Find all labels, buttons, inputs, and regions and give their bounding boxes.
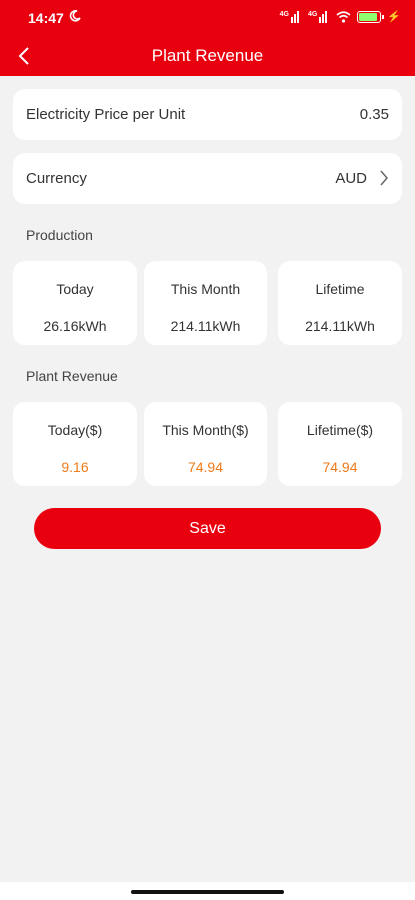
signal-icon-2: 4G (308, 11, 330, 23)
network-type-label: 4G (279, 11, 289, 18)
signal-icon: 4G (280, 11, 302, 23)
production-month-label: This Month (170, 281, 241, 297)
home-indicator[interactable] (131, 890, 284, 894)
price-row[interactable]: Electricity Price per Unit 0.35 (13, 89, 402, 140)
production-section-title: Production (26, 227, 93, 243)
save-button[interactable]: Save (34, 508, 381, 549)
network-type-label-2: 4G (307, 11, 318, 18)
currency-label: Currency (26, 170, 87, 187)
revenue-section-title: Plant Revenue (26, 368, 118, 384)
revenue-lifetime-label: Lifetime($) (306, 422, 374, 438)
app-bar: Plant Revenue (0, 36, 415, 76)
revenue-month-label: This Month($) (162, 422, 249, 438)
charging-icon: ⚡ (387, 11, 401, 23)
production-month-card: This Month 214.11kWh (144, 261, 267, 345)
currency-value: AUD (335, 170, 367, 187)
production-today-card: Today 26.16kWh (13, 261, 137, 345)
revenue-today-card: Today($) 9.16 (13, 402, 137, 486)
revenue-today-value: 9.16 (61, 459, 89, 475)
production-today-label: Today (56, 281, 94, 297)
production-lifetime-card: Lifetime 214.11kWh (278, 261, 402, 345)
status-bar: 14:47 4G 4G ⚡ (0, 0, 415, 36)
moon-icon (69, 10, 81, 22)
wifi-icon (336, 11, 351, 23)
production-today-value: 26.16kWh (43, 318, 107, 334)
battery-icon (357, 11, 385, 23)
revenue-month-value: 74.94 (187, 459, 224, 475)
revenue-lifetime-card: Lifetime($) 74.94 (278, 402, 402, 486)
production-lifetime-label: Lifetime (315, 281, 365, 297)
status-time: 14:47 (28, 10, 64, 26)
production-lifetime-value: 214.11kWh (305, 318, 375, 334)
status-icons: 4G 4G ⚡ (280, 10, 401, 24)
revenue-month-card: This Month($) 74.94 (144, 402, 267, 486)
revenue-today-label: Today($) (47, 422, 103, 438)
page-title: Plant Revenue (151, 46, 264, 65)
production-month-value: 214.11kWh (170, 318, 241, 334)
revenue-lifetime-value: 74.94 (322, 459, 358, 475)
price-value[interactable]: 0.35 (360, 106, 389, 123)
currency-row[interactable]: Currency AUD (13, 153, 402, 204)
chevron-right-icon (380, 170, 388, 186)
price-label: Electricity Price per Unit (26, 106, 186, 123)
